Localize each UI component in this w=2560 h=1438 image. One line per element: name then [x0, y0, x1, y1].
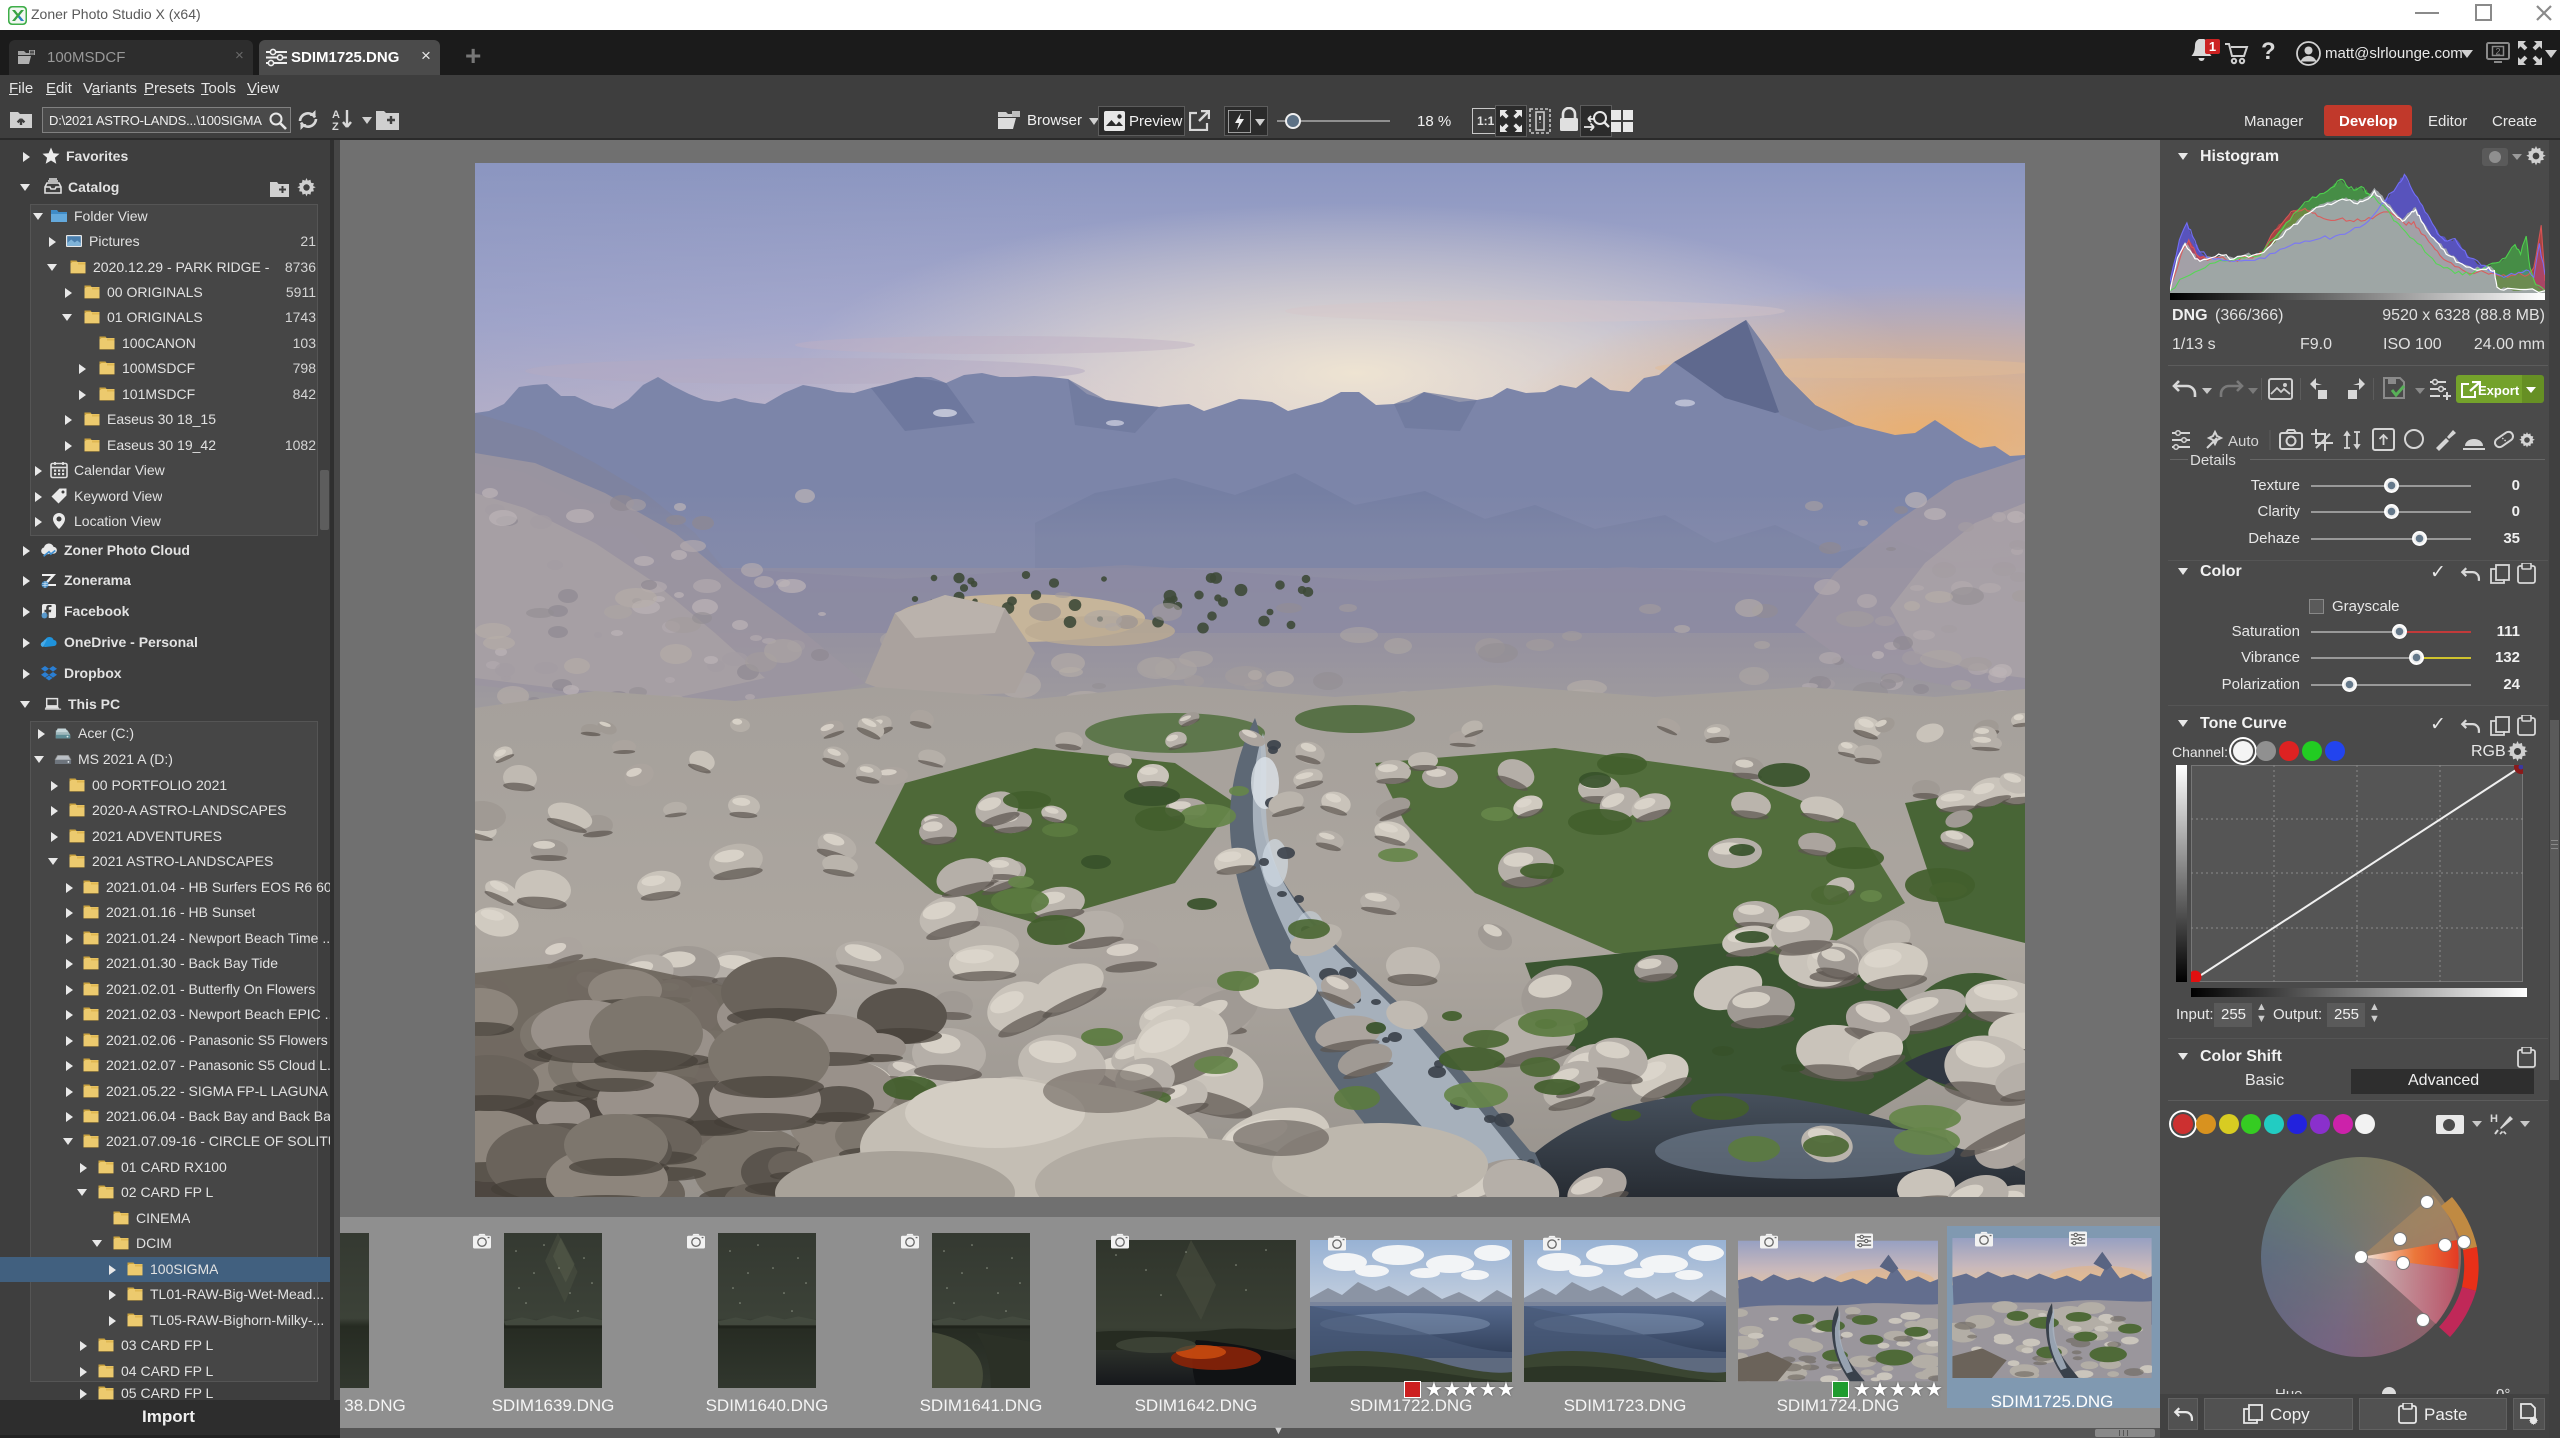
svg-text:1: 1 — [2209, 39, 2216, 54]
svg-text:H: H — [2490, 1113, 2498, 1125]
svg-text:Z: Z — [332, 121, 339, 132]
svg-text:A: A — [332, 109, 340, 121]
svg-text:2: 2 — [2495, 47, 2500, 57]
svg-text:Auto: Auto — [2228, 433, 2259, 450]
